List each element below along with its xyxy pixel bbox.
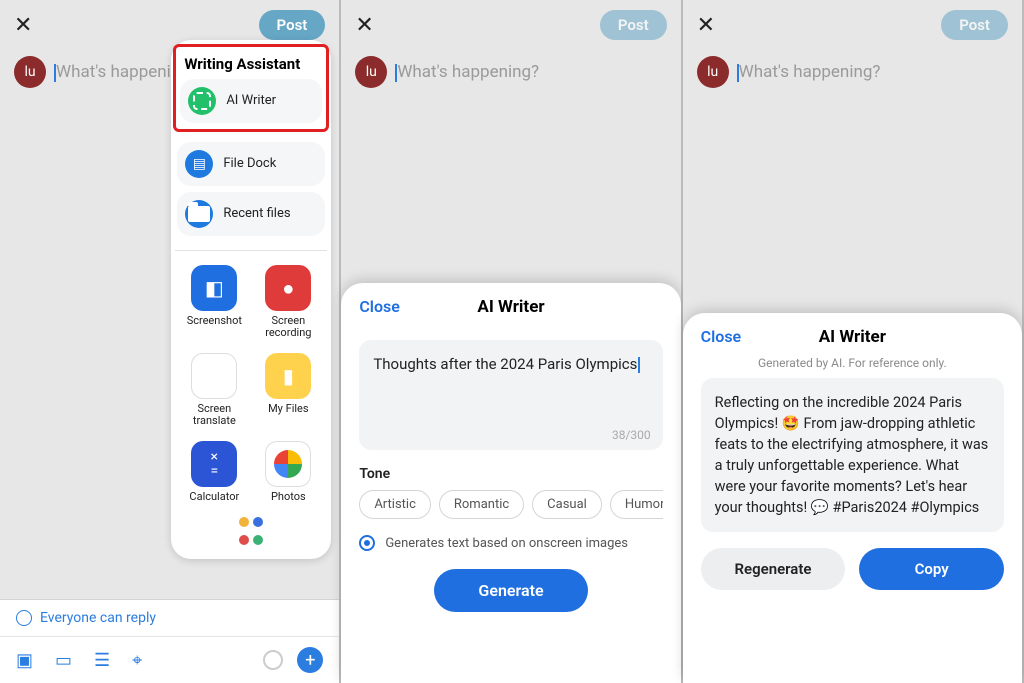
compose-header: ✕ Post xyxy=(683,0,1022,50)
prompt-text: Thoughts after the 2024 Paris Olympics xyxy=(373,355,637,373)
file-dock-item[interactable]: ▤ File Dock xyxy=(177,142,325,186)
ai-writer-item[interactable]: AI Writer xyxy=(180,79,322,123)
compose-input[interactable]: What's happening? xyxy=(739,62,881,82)
tool-label: Screen translate xyxy=(181,403,247,427)
tone-chip-romantic[interactable]: Romantic xyxy=(439,490,524,519)
tool-screenshot[interactable]: ◧ Screenshot xyxy=(181,265,247,339)
photos-icon xyxy=(265,441,311,487)
close-button[interactable]: ✕ xyxy=(697,13,715,38)
image-icon[interactable]: ▣ xyxy=(16,650,33,671)
post-button[interactable]: Post xyxy=(600,10,667,40)
phone-screen-2: ✕ Post lu What's happening? Close AI Wri… xyxy=(341,0,682,683)
screen-recording-icon: ● xyxy=(265,265,311,311)
location-icon[interactable]: ⌖ xyxy=(132,650,142,671)
file-dock-label: File Dock xyxy=(223,157,276,171)
compose-input[interactable]: What's happening? xyxy=(397,62,539,82)
avatar: lu xyxy=(14,56,46,88)
poll-icon[interactable]: ☰ xyxy=(94,650,110,671)
result-actions: Regenerate Copy xyxy=(701,548,1004,590)
app-dots xyxy=(177,509,325,527)
sheet-title: AI Writer xyxy=(701,327,1004,347)
ai-writer-label: AI Writer xyxy=(226,94,276,108)
tone-chip-artistic[interactable]: Artistic xyxy=(359,490,431,519)
reply-scope-label: Everyone can reply xyxy=(40,610,156,626)
highlight-box: Writing Assistant AI Writer xyxy=(173,44,329,132)
recent-files-icon xyxy=(185,200,213,228)
post-button[interactable]: Post xyxy=(941,10,1008,40)
avatar: lu xyxy=(697,56,729,88)
compose-header: ✕ Post xyxy=(341,0,680,50)
generate-button[interactable]: Generate xyxy=(434,569,587,612)
ai-disclaimer: Generated by AI. For reference only. xyxy=(701,356,1004,370)
compose-placeholder: What's happening? xyxy=(397,62,539,82)
recent-files-item[interactable]: Recent files xyxy=(177,192,325,236)
calculator-icon: ×= xyxy=(191,441,237,487)
compose-row: lu What's happening? xyxy=(683,50,1022,94)
char-counter: 38/300 xyxy=(612,428,651,442)
regenerate-button[interactable]: Regenerate xyxy=(701,548,846,590)
post-button[interactable]: Post xyxy=(259,10,326,40)
close-button[interactable]: ✕ xyxy=(355,13,373,38)
compose-placeholder: What's happenin xyxy=(56,62,180,82)
tone-chip-casual[interactable]: Casual xyxy=(532,490,602,519)
gif-icon[interactable]: ▭ xyxy=(55,650,72,671)
tools-grid: ◧ Screenshot ● Screen recording A Screen… xyxy=(177,265,325,503)
tool-label: Screen recording xyxy=(255,315,321,339)
globe-icon xyxy=(16,610,32,626)
avatar: lu xyxy=(355,56,387,88)
tool-label: My Files xyxy=(268,403,308,415)
tone-chips: Artistic Romantic Casual Humorous Em xyxy=(359,490,662,519)
tool-label: Screenshot xyxy=(187,315,242,327)
phone-screen-3: ✕ Post lu What's happening? Close AI Wri… xyxy=(683,0,1024,683)
text-cursor xyxy=(737,64,739,82)
text-cursor xyxy=(54,64,56,82)
onscreen-images-toggle[interactable]: Generates text based on onscreen images xyxy=(359,535,662,551)
text-cursor xyxy=(395,64,397,82)
copy-button[interactable]: Copy xyxy=(859,548,1004,590)
app-dots-2 xyxy=(177,533,325,545)
reply-scope[interactable]: Everyone can reply xyxy=(0,599,339,636)
ai-writer-icon xyxy=(188,87,216,115)
writing-assistant-panel: Writing Assistant AI Writer ▤ File Dock … xyxy=(171,40,331,559)
tone-chip-humorous[interactable]: Humorous xyxy=(610,490,663,519)
tool-calculator[interactable]: ×= Calculator xyxy=(181,441,247,503)
separator xyxy=(175,250,327,251)
text-cursor xyxy=(638,357,640,373)
recent-files-label: Recent files xyxy=(223,207,290,221)
close-button[interactable]: ✕ xyxy=(14,13,32,38)
compose-row: lu What's happening? xyxy=(341,50,680,94)
sheet-title: AI Writer xyxy=(359,297,662,317)
tool-screen-recording[interactable]: ● Screen recording xyxy=(255,265,321,339)
file-dock-icon: ▤ xyxy=(185,150,213,178)
ai-writer-result-sheet: Close AI Writer Generated by AI. For ref… xyxy=(683,313,1022,683)
add-thread-button[interactable]: + xyxy=(297,647,323,673)
screen-translate-icon: A xyxy=(191,353,237,399)
tool-label: Calculator xyxy=(189,491,239,503)
char-counter-ring xyxy=(263,650,283,670)
checkbox-label: Generates text based on onscreen images xyxy=(385,536,628,551)
tool-my-files[interactable]: ▮ My Files xyxy=(255,353,321,427)
my-files-icon: ▮ xyxy=(265,353,311,399)
ai-writer-sheet: Close AI Writer Thoughts after the 2024 … xyxy=(341,283,680,683)
result-text: Reflecting on the incredible 2024 Paris … xyxy=(701,378,1004,532)
tone-label: Tone xyxy=(359,466,662,482)
radio-icon xyxy=(359,535,375,551)
tool-photos[interactable]: Photos xyxy=(255,441,321,503)
compose-placeholder: What's happening? xyxy=(739,62,881,82)
tool-screen-translate[interactable]: A Screen translate xyxy=(181,353,247,427)
prompt-input[interactable]: Thoughts after the 2024 Paris Olympics 3… xyxy=(359,340,662,450)
screenshot-icon: ◧ xyxy=(191,265,237,311)
compose-toolbar: ▣ ▭ ☰ ⌖ + xyxy=(0,636,339,683)
tool-label: Photos xyxy=(271,491,306,503)
panel-title: Writing Assistant xyxy=(180,53,322,79)
phone-screen-1: ✕ Post lu What's happenin Everyone can r… xyxy=(0,0,341,683)
compose-input[interactable]: What's happenin xyxy=(56,62,180,82)
